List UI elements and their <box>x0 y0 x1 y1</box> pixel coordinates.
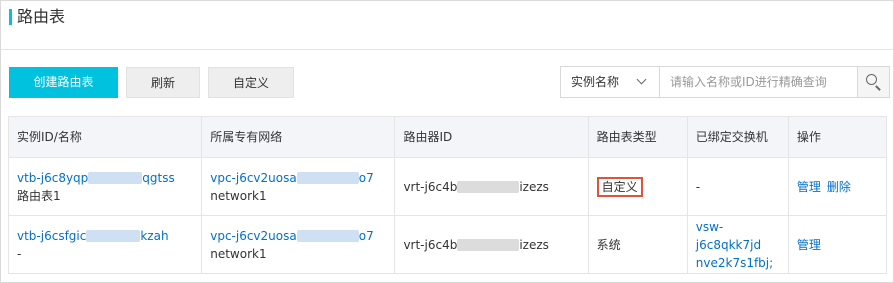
cell-actions: 管理 删除 <box>787 157 888 216</box>
cell-instance: vtb-j6csfgic kzah - <box>7 215 203 274</box>
delete-link[interactable]: 删除 <box>827 180 851 194</box>
router-id-prefix: vrt-j6c4b <box>403 237 458 252</box>
route-table-id-link[interactable]: vtb-j6c8yqp qgtss <box>17 171 175 185</box>
cell-actions: 管理 <box>787 215 888 274</box>
search-input[interactable] <box>660 67 857 97</box>
router-id-prefix: vrt-j6c4b <box>403 179 458 194</box>
router-id-suffix: izezs <box>519 237 549 252</box>
vpc-name: network1 <box>210 188 267 203</box>
redacted-router-id <box>457 181 520 193</box>
table-row: vtb-j6csfgic kzah - vpc-j6cv2uosa o7 netwo… <box>7 215 888 274</box>
table-header-row: 实例ID/名称 所属专有网络 路由器ID 路由表类型 已绑定交换机 操作 <box>7 116 888 158</box>
redacted-id <box>88 172 143 184</box>
vpc-id-link[interactable]: vpc-j6cv2uosa o7 <box>210 229 374 243</box>
cell-bound-vswitch: vsw-j6c8qkk7jd nve2k7s1fbj; <box>686 215 789 274</box>
header-router-id: 路由器ID <box>394 116 589 158</box>
create-route-table-button[interactable]: 创建路由表 <box>9 67 118 98</box>
title-bar: 路由表 <box>1 1 893 50</box>
header-vpc: 所属专有网络 <box>201 116 396 158</box>
cell-router-id: vrt-j6c4b izezs <box>394 157 589 216</box>
table-row: vtb-j6c8yqp qgtss 路由表1 vpc-j6cv2uosa o7 ne… <box>7 157 888 216</box>
cell-bound-vswitch: - <box>686 157 789 216</box>
search-bar: 实例名称 <box>560 66 890 98</box>
customize-button[interactable]: 自定义 <box>208 67 294 98</box>
vswitch-id-link[interactable]: vsw-j6c8qkk7jd nve2k7s1fbj; <box>696 218 780 272</box>
redacted-vpc-id <box>296 230 359 242</box>
route-table-name: - <box>17 246 22 261</box>
vswitch-id-line2: nve2k7s1fbj; <box>695 255 774 270</box>
search-icon-handle <box>875 85 881 91</box>
search-icon <box>866 74 877 85</box>
redacted-router-id <box>457 239 520 251</box>
refresh-button[interactable]: 刷新 <box>126 67 200 98</box>
route-table-name: 路由表1 <box>17 188 61 203</box>
router-id-suffix: izezs <box>519 179 549 194</box>
header-route-table-type: 路由表类型 <box>587 116 688 158</box>
redacted-id <box>86 230 141 242</box>
vpc-id-link[interactable]: vpc-j6cv2uosa o7 <box>210 171 374 185</box>
search-field-label: 实例名称 <box>571 75 620 89</box>
route-table-id-link[interactable]: vtb-j6csfgic kzah <box>17 229 169 243</box>
cell-route-table-type: 系统 <box>587 215 688 274</box>
cell-router-id: vrt-j6c4b izezs <box>394 215 589 274</box>
cell-instance: vtb-j6c8yqp qgtss 路由表1 <box>7 157 203 216</box>
header-bound-vswitch: 已绑定交换机 <box>686 116 789 158</box>
manage-link[interactable]: 管理 <box>797 238 821 252</box>
title-accent-bar <box>9 9 12 25</box>
vswitch-id-line1: vsw-j6c8qkk7jd <box>695 219 762 252</box>
redacted-vpc-id <box>296 172 359 184</box>
chevron-down-icon <box>636 74 647 85</box>
search-field-select[interactable]: 实例名称 <box>561 67 660 97</box>
header-instance-id: 实例ID/名称 <box>7 116 203 158</box>
route-table-panel: 路由表 创建路由表 刷新 自定义 实例名称 实例ID/名称 所属专有网络 路由器… <box>0 0 894 283</box>
header-actions: 操作 <box>787 116 888 158</box>
cell-vpc: vpc-j6cv2uosa o7 network1 <box>201 215 396 274</box>
manage-link[interactable]: 管理 <box>797 180 821 194</box>
cell-route-table-type: 自定义 <box>587 157 688 216</box>
page-title: 路由表 <box>17 7 66 26</box>
search-button[interactable] <box>857 67 889 97</box>
route-table-list: 实例ID/名称 所属专有网络 路由器ID 路由表类型 已绑定交换机 操作 vtb… <box>7 116 888 274</box>
cell-vpc: vpc-j6cv2uosa o7 network1 <box>201 157 396 216</box>
route-table-type-highlight: 自定义 <box>596 176 643 197</box>
vpc-name: network1 <box>210 246 267 261</box>
